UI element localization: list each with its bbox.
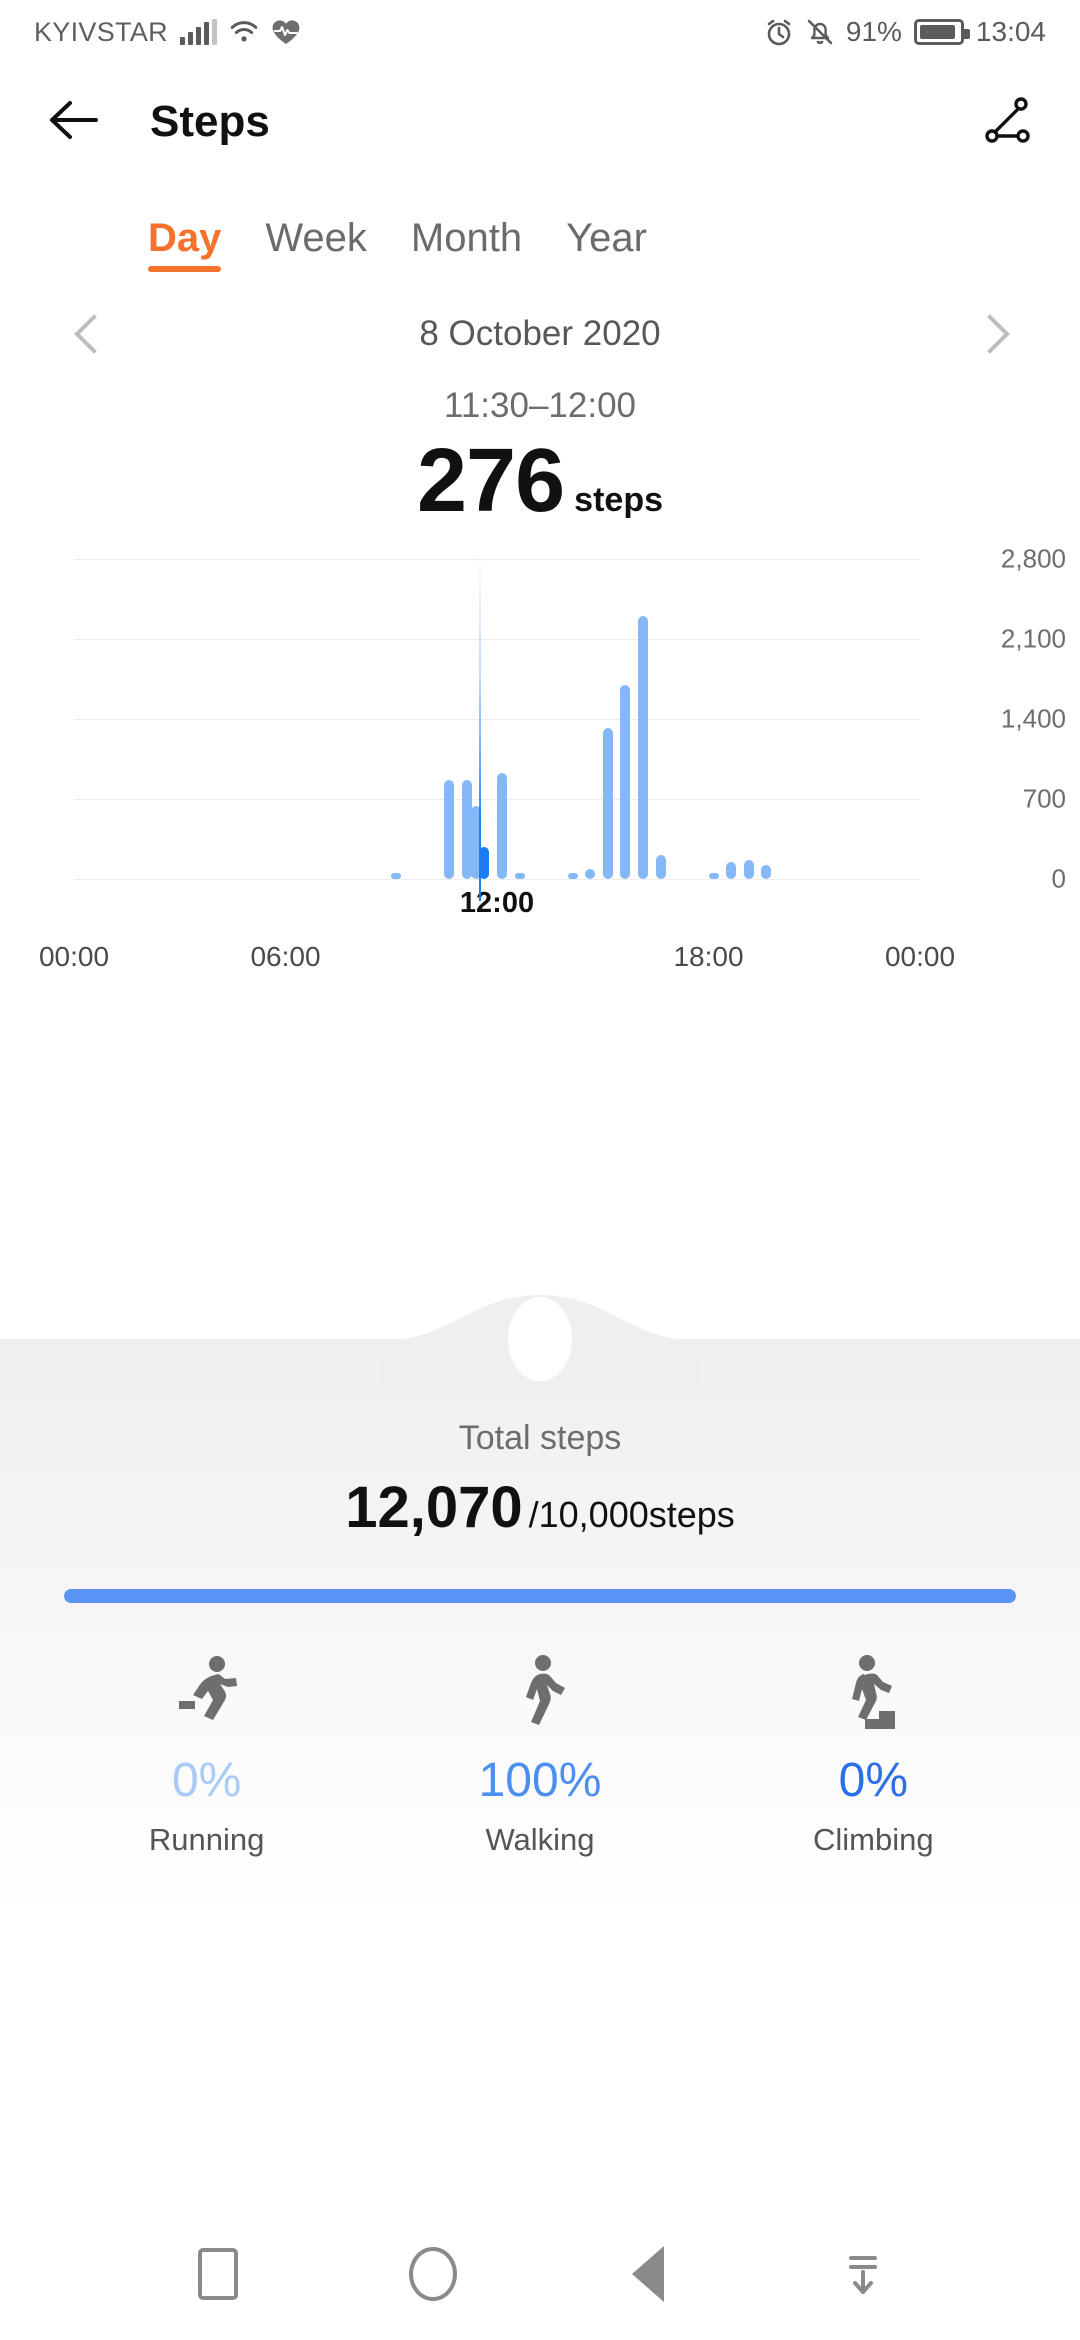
activity-breakdown: 0% Running 100% Walking 0% Climbing	[0, 1649, 1080, 1858]
wifi-icon	[229, 19, 259, 45]
chart-bar[interactable]	[585, 869, 596, 879]
running-person-icon	[40, 1649, 373, 1741]
chart-bar[interactable]	[444, 779, 455, 879]
home-circle-icon[interactable]	[398, 2239, 468, 2309]
back-arrow-icon[interactable]	[46, 97, 102, 148]
chart-bar[interactable]	[726, 861, 737, 879]
chart-x-tick-label: 18:00	[673, 941, 744, 972]
step-goal-label: /10,000steps	[528, 1494, 735, 1535]
goal-progress-fill	[64, 1589, 1016, 1603]
activity-climbing[interactable]: 0% Climbing	[707, 1649, 1040, 1858]
hide-navbar-icon[interactable]	[828, 2239, 898, 2309]
app-header: Steps	[0, 64, 1080, 180]
chart-bar[interactable]	[497, 772, 507, 879]
running-label: Running	[148, 1822, 265, 1857]
alarm-clock-icon	[764, 17, 794, 47]
current-date-label: 8 October 2020	[419, 314, 661, 353]
chart-y-tick-label: 2,100	[1000, 623, 1066, 654]
chart-x-axis: 12:00 00:00 06:00 18:00 00:00	[0, 879, 1080, 999]
page-title: Steps	[150, 97, 270, 146]
climbing-label: Climbing	[813, 1822, 934, 1857]
chart-bar[interactable]	[620, 684, 631, 879]
chart-gridline	[74, 559, 920, 560]
chart-bar-selected[interactable]	[479, 847, 490, 879]
chart-x-tick-label: 06:00	[250, 941, 321, 972]
carrier-label: KYIVSTAR	[34, 16, 168, 47]
tab-day[interactable]: Day	[126, 216, 243, 272]
chart-bar[interactable]	[637, 616, 648, 879]
chevron-right-icon[interactable]	[966, 312, 1010, 356]
scrubber-knob[interactable]	[508, 1297, 572, 1381]
chart-y-tick-label: 700	[1022, 783, 1066, 814]
goal-progress-bar	[64, 1589, 1016, 1603]
running-percent: 0%	[171, 1754, 242, 1807]
chart-bar[interactable]	[655, 855, 666, 879]
walking-percent: 100%	[478, 1754, 602, 1807]
activity-walking[interactable]: 100% Walking	[373, 1649, 706, 1858]
tab-week[interactable]: Week	[243, 216, 389, 272]
heart-rate-icon	[271, 18, 301, 46]
chart-x-tick-label: 00:00	[884, 941, 956, 972]
share-icon[interactable]	[980, 93, 1034, 152]
chart-gridline	[74, 719, 920, 720]
battery-percent-label: 91%	[845, 16, 902, 47]
chart-cursor-label: 12:00	[459, 887, 535, 919]
chevron-left-icon[interactable]	[70, 312, 114, 356]
back-triangle-icon[interactable]	[613, 2239, 683, 2309]
signal-bars-icon	[179, 19, 217, 45]
chart-plot-area[interactable]	[74, 549, 920, 901]
chart-x-tick-label: 00:00	[38, 941, 110, 972]
climbing-person-icon	[707, 1649, 1040, 1741]
chart-bar[interactable]	[761, 865, 772, 879]
activity-running[interactable]: 0% Running	[40, 1649, 373, 1858]
clock-label: 13:04	[975, 16, 1046, 47]
selected-steps-value: 276	[417, 431, 565, 531]
selected-steps-unit: steps	[574, 481, 663, 519]
period-tabs: Day Week Month Year	[0, 180, 1080, 272]
walking-label: Walking	[485, 1822, 595, 1857]
tab-month[interactable]: Month	[389, 216, 544, 272]
total-steps-row: 12,070 /10,000steps	[0, 1474, 1080, 1541]
steps-bar-chart[interactable]: 0 700 1,400 2,100 2,800	[0, 544, 1080, 901]
status-bar: KYIVSTAR 91% 13:04	[0, 0, 1080, 64]
selected-value-row: 276 steps	[0, 430, 1080, 533]
chart-y-tick-label: 2,800	[1000, 543, 1066, 574]
date-navigator: 8 October 2020	[0, 272, 1080, 356]
recents-square-icon[interactable]	[183, 2239, 253, 2309]
battery-icon	[913, 19, 970, 45]
selected-time-range: 11:30–12:00	[443, 386, 637, 425]
bell-muted-icon	[806, 17, 834, 47]
system-nav-bar	[0, 2208, 1080, 2340]
tab-year[interactable]: Year	[544, 216, 669, 272]
chart-gridline	[74, 639, 920, 640]
walking-person-icon	[373, 1649, 706, 1741]
climbing-percent: 0%	[838, 1754, 908, 1807]
chart-bar[interactable]	[602, 728, 613, 879]
summary-panel: Total steps 12,070 /10,000steps 0% Runni…	[0, 1295, 1080, 2340]
total-steps-value: 12,070	[345, 1475, 523, 1540]
chart-bar[interactable]	[743, 860, 754, 879]
chart-y-tick-label: 1,400	[1000, 703, 1066, 734]
